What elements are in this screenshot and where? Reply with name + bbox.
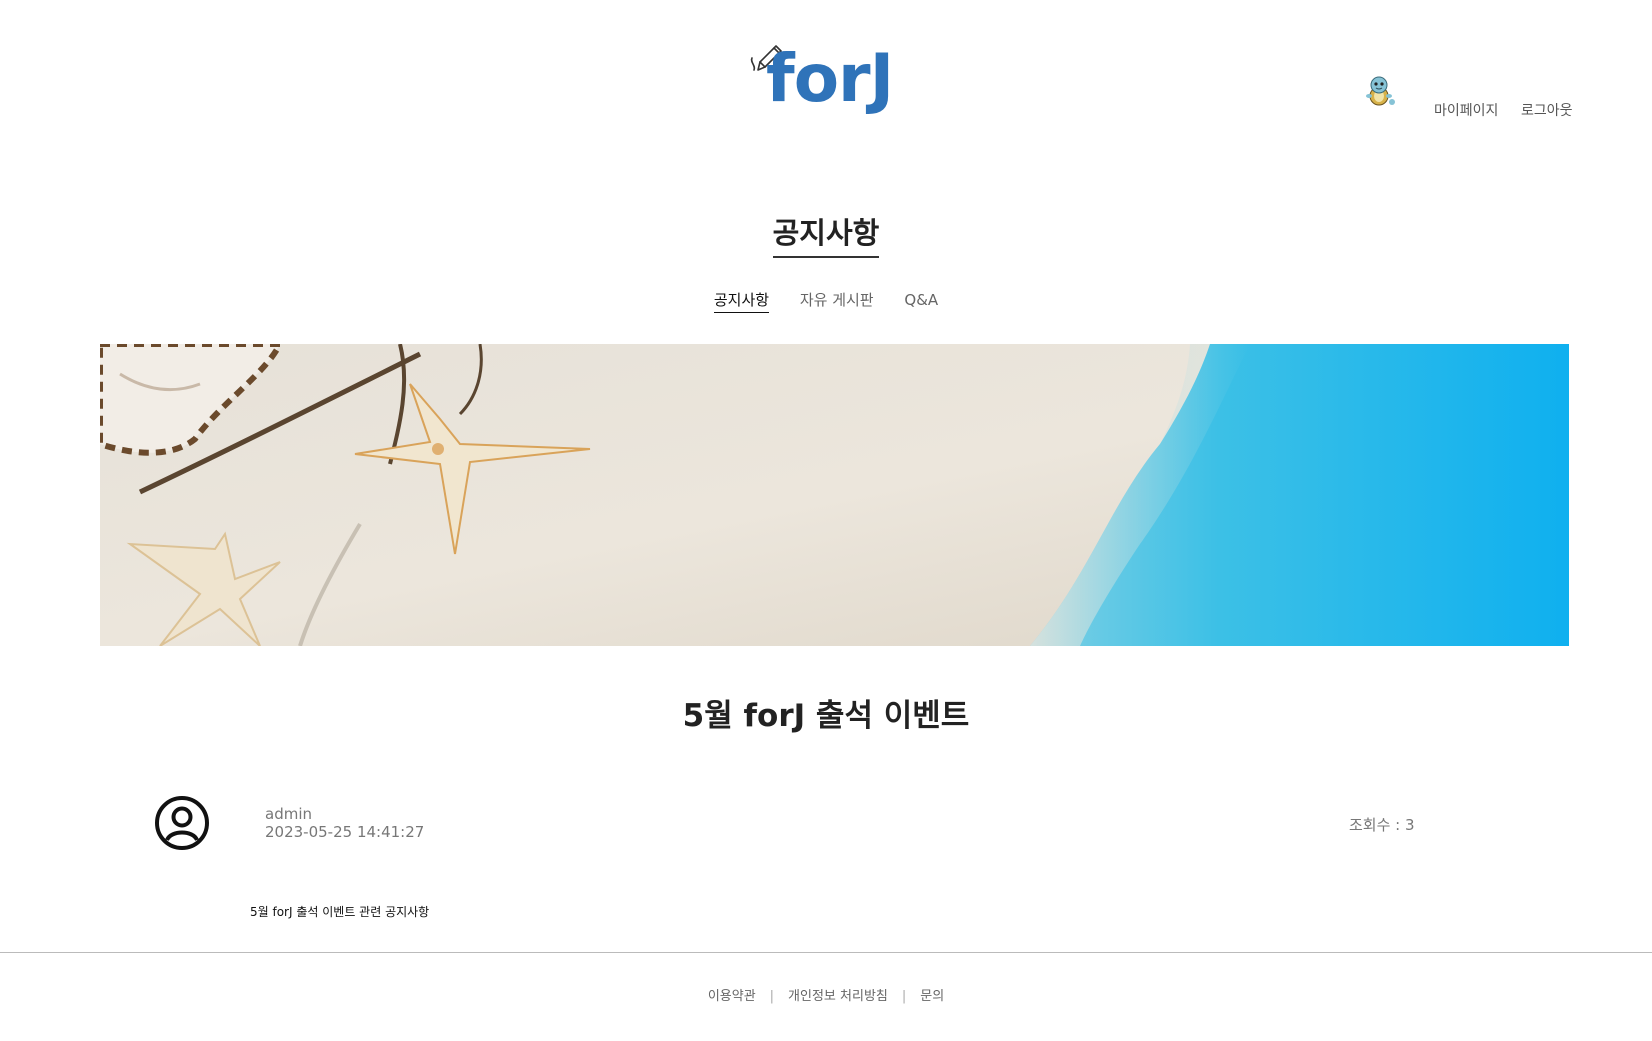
post-title: 5월 forJ 출석 이벤트 bbox=[682, 698, 970, 734]
board-title: 공지사항 bbox=[772, 210, 880, 258]
logo-text: forJ bbox=[766, 40, 894, 117]
terms-link[interactable]: 이용약관 bbox=[708, 989, 756, 1004]
beach-banner-image bbox=[100, 344, 1569, 646]
privacy-policy-link[interactable]: 개인정보 처리방침 bbox=[788, 989, 888, 1004]
tab-qna[interactable]: Q&A bbox=[904, 291, 938, 311]
post-date: 2023-05-25 14:41:27 bbox=[265, 823, 425, 841]
view-count: 조회수 : 3 bbox=[1349, 816, 1415, 834]
post-author: admin bbox=[265, 805, 312, 823]
mypage-link[interactable]: 마이페이지 bbox=[1434, 100, 1498, 120]
logout-link[interactable]: 로그아웃 bbox=[1521, 100, 1573, 120]
tab-free-board[interactable]: 자유 게시판 bbox=[800, 289, 874, 312]
tab-notice[interactable]: 공지사항 bbox=[713, 289, 770, 313]
contact-link[interactable]: 문의 bbox=[920, 989, 944, 1004]
footer-separator: | bbox=[769, 989, 775, 1004]
board-heading: 공지사항 bbox=[0, 210, 1652, 258]
site-logo[interactable]: forJ bbox=[748, 40, 908, 125]
site-header: forJ 마이페이지 로그아웃 bbox=[0, 0, 1652, 150]
site-footer: 이용약관 | 개인정보 처리방침 | 문의 bbox=[0, 985, 1652, 1004]
footer-divider bbox=[0, 952, 1652, 953]
board-tabs: 공지사항 자유 게시판 Q&A bbox=[0, 289, 1652, 313]
post-content: 5월 forJ 출석 이벤트 관련 공지사항 bbox=[250, 905, 430, 919]
user-avatar-icon bbox=[155, 796, 209, 850]
footer-separator: | bbox=[901, 989, 907, 1004]
profile-avatar-icon[interactable] bbox=[1362, 74, 1396, 108]
